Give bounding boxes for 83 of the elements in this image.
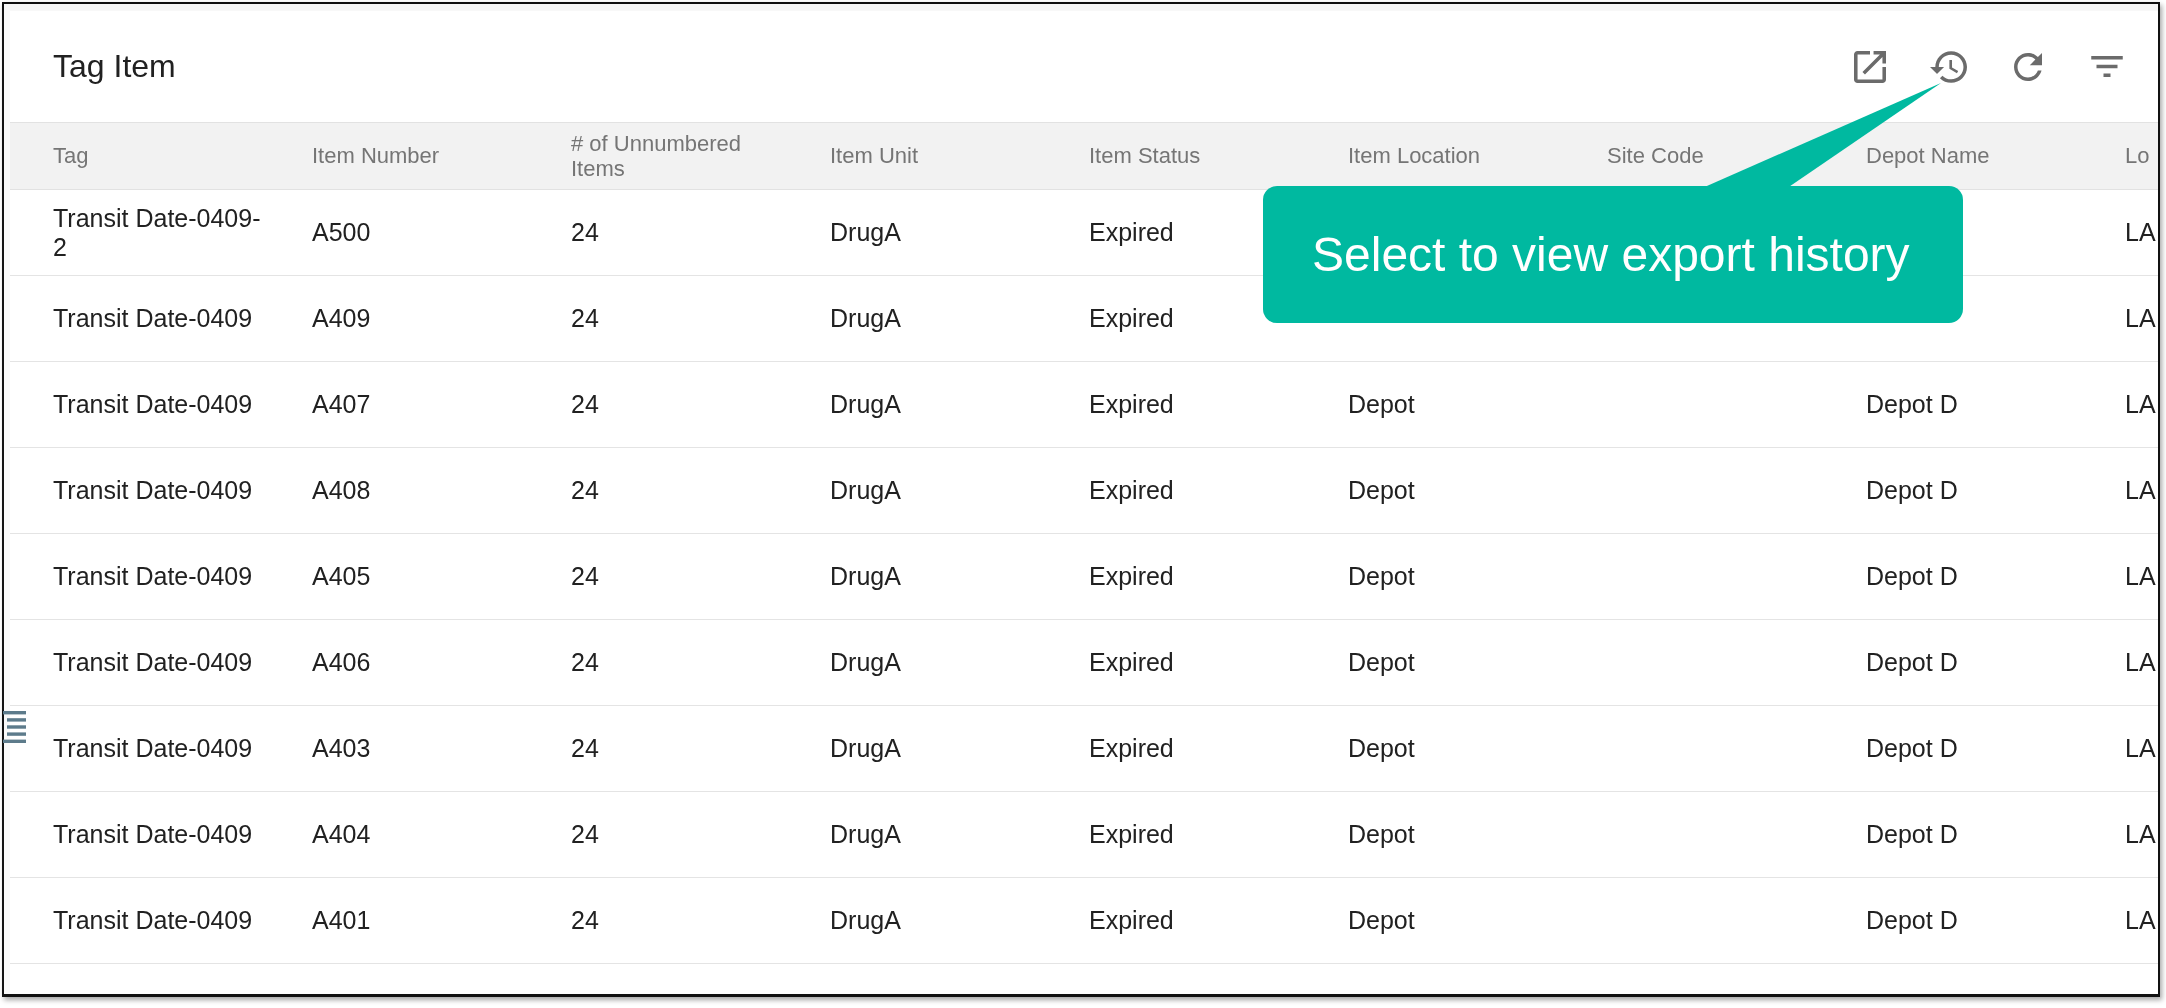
table-cell: LA <box>2125 218 2156 246</box>
table-cell: Depot <box>1348 476 1415 504</box>
table-cell: LA <box>2125 562 2156 590</box>
table-cell: Expired <box>1089 648 1174 676</box>
table-cell: A406 <box>312 648 371 676</box>
table-cell: Depot D <box>1866 476 1958 504</box>
table-cell: DrugA <box>830 906 901 934</box>
table-cell: LA <box>2125 304 2156 332</box>
table-cell: A500 <box>312 218 371 246</box>
table-cell: A405 <box>312 562 371 590</box>
table-cell: Expired <box>1089 218 1174 246</box>
table-cell: Transit Date-0409 <box>53 648 253 676</box>
table-cell: LA <box>2125 734 2156 762</box>
column-header: Item Status <box>1089 143 1201 169</box>
table-cell: 24 <box>571 304 599 332</box>
table-cell: DrugA <box>830 304 901 332</box>
column-header: Site Code <box>1607 143 1704 169</box>
table-cell: Depot <box>1348 734 1415 762</box>
table-cell: 24 <box>571 906 599 934</box>
table-cell: 24 <box>571 734 599 762</box>
table-cell: DrugA <box>830 734 901 762</box>
table-cell: Expired <box>1089 390 1174 418</box>
table-cell: Expired <box>1089 734 1174 762</box>
table-cell: 24 <box>571 218 599 246</box>
history-icon[interactable] <box>1930 50 1967 83</box>
table-cell: Expired <box>1089 304 1174 332</box>
table-cell: Transit Date-0409 <box>53 562 253 590</box>
open-in-new-icon[interactable] <box>1853 50 1886 83</box>
column-header: Depot Name <box>1866 143 1990 169</box>
table-cell: Depot <box>1348 906 1415 934</box>
table-cell: 24 <box>571 562 599 590</box>
column-header: Lo <box>2125 143 2150 169</box>
table-cell: DrugA <box>830 476 901 504</box>
column-header: Item Number <box>312 143 440 169</box>
table-cell: Expired <box>1089 820 1174 848</box>
filter-icon[interactable] <box>2090 56 2123 77</box>
table-cell: Transit Date-0409 <box>53 476 253 504</box>
table-cell: Transit Date-0409 <box>53 906 253 934</box>
table-cell: Depot <box>1348 390 1415 418</box>
table-cell: 24 <box>571 648 599 676</box>
table-cell: DrugA <box>830 218 901 246</box>
table-cell: 24 <box>571 390 599 418</box>
table-cell: 24 <box>571 476 599 504</box>
column-header: # of Unnumbered Items <box>571 130 741 181</box>
table-cell: A404 <box>312 820 371 848</box>
table-cell: Expired <box>1089 906 1174 934</box>
table-cell: DrugA <box>830 562 901 590</box>
table-cell: Transit Date-0409 <box>53 304 253 332</box>
table-cell: DrugA <box>830 648 901 676</box>
table-cell: 24 <box>571 820 599 848</box>
table-cell: LA <box>2125 476 2156 504</box>
table-cell: A407 <box>312 390 371 418</box>
table-cell: Depot D <box>1866 820 1958 848</box>
table-cell: Depot D <box>1866 648 1958 676</box>
table-cell: A401 <box>312 906 371 934</box>
table-cell: LA <box>2125 390 2156 418</box>
menu-icon[interactable] <box>3 711 26 743</box>
refresh-icon[interactable] <box>2013 52 2042 81</box>
panel-title: Tag Item <box>53 48 176 85</box>
table-cell: A409 <box>312 304 371 332</box>
table-cell: Depot <box>1348 820 1415 848</box>
table-cell: Transit Date-0409 <box>53 820 253 848</box>
table-cell: Depot D <box>1866 562 1958 590</box>
column-header: Tag <box>53 143 89 169</box>
table-cell: Depot <box>1348 562 1415 590</box>
table-cell: Expired <box>1089 562 1174 590</box>
table-cell: Depot <box>1348 648 1415 676</box>
table-cell: LA <box>2125 648 2156 676</box>
table-cell: LA <box>2125 820 2156 848</box>
table-cell: Depot D <box>1866 734 1958 762</box>
table-cell: Depot D <box>1866 906 1958 934</box>
table-cell: DrugA <box>830 820 901 848</box>
table-cell: Expired <box>1089 476 1174 504</box>
table-cell: LA <box>2125 906 2156 934</box>
column-header: Item Unit <box>830 143 919 169</box>
table-cell: A408 <box>312 476 371 504</box>
table-cell: Depot D <box>1866 390 1958 418</box>
column-header: Item Location <box>1348 143 1481 169</box>
table-cell: Transit Date-0409 <box>53 734 253 762</box>
table-cell: Transit Date-0409-2 <box>53 203 261 261</box>
table-cell: DrugA <box>830 390 901 418</box>
table-cell: Transit Date-0409 <box>53 390 253 418</box>
table-cell: A403 <box>312 734 371 762</box>
